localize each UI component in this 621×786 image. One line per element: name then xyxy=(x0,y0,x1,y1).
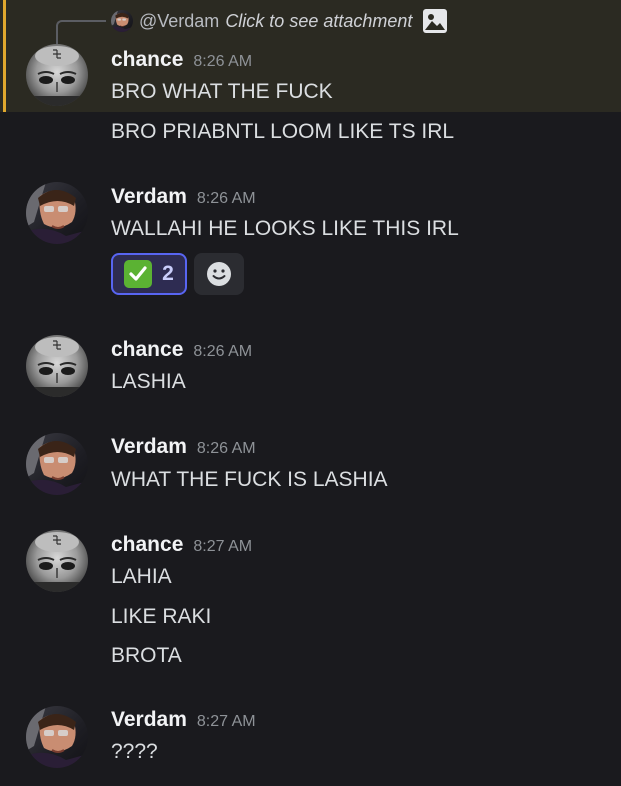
highlight-bar xyxy=(3,0,6,112)
timestamp: 8:26 AM xyxy=(196,440,256,457)
reply-reference[interactable]: @Verdam Click to see attachment xyxy=(111,9,448,33)
message-text: BRO WHAT THE FUCK xyxy=(111,80,333,103)
message-text: BROTA xyxy=(111,644,182,667)
timestamp: 8:26 AM xyxy=(193,343,253,360)
reply-attachment-link[interactable]: Click to see attachment xyxy=(225,11,412,32)
avatar[interactable] xyxy=(26,530,88,592)
add-reaction-button[interactable] xyxy=(194,253,244,295)
avatar[interactable] xyxy=(26,433,88,495)
reaction-count: 2 xyxy=(162,262,174,285)
username[interactable]: Verdam 8:26 AM xyxy=(111,435,256,459)
avatar[interactable] xyxy=(26,44,88,106)
username[interactable]: chance 8:26 AM xyxy=(111,338,252,362)
avatar[interactable] xyxy=(26,182,88,244)
timestamp: 8:27 AM xyxy=(193,538,253,555)
timestamp: 8:27 AM xyxy=(196,713,256,730)
message-text: BRO PRIABNTL LOOM LIKE TS IRL xyxy=(111,120,455,143)
message-text: ???? xyxy=(111,740,158,763)
timestamp: 8:26 AM xyxy=(193,53,253,70)
reply-username[interactable]: @Verdam xyxy=(139,11,219,32)
reply-connector xyxy=(56,20,106,44)
username[interactable]: Verdam 8:26 AM xyxy=(111,185,256,209)
message-text: LIKE RAKI xyxy=(111,605,212,628)
username[interactable]: chance 8:26 AM xyxy=(111,48,252,72)
message-text: WALLAHI HE LOOKS LIKE THIS IRL xyxy=(111,217,459,240)
avatar[interactable] xyxy=(26,706,88,768)
username[interactable]: Verdam 8:27 AM xyxy=(111,708,256,732)
reply-avatar xyxy=(111,10,133,32)
chat-messages: @Verdam Click to see attachment chance 8:… xyxy=(0,0,621,786)
message-text: LASHIA xyxy=(111,370,186,393)
message-text: WHAT THE FUCK IS LASHIA xyxy=(111,468,388,491)
white-check-mark-icon xyxy=(124,260,153,288)
image-icon xyxy=(423,9,448,33)
username[interactable]: chance 8:27 AM xyxy=(111,533,252,557)
reaction-check[interactable]: 2 xyxy=(111,253,187,295)
add-reaction-smiley-icon xyxy=(207,262,231,286)
avatar[interactable] xyxy=(26,335,88,397)
timestamp: 8:26 AM xyxy=(196,190,256,207)
message-text: LAHIA xyxy=(111,565,172,588)
